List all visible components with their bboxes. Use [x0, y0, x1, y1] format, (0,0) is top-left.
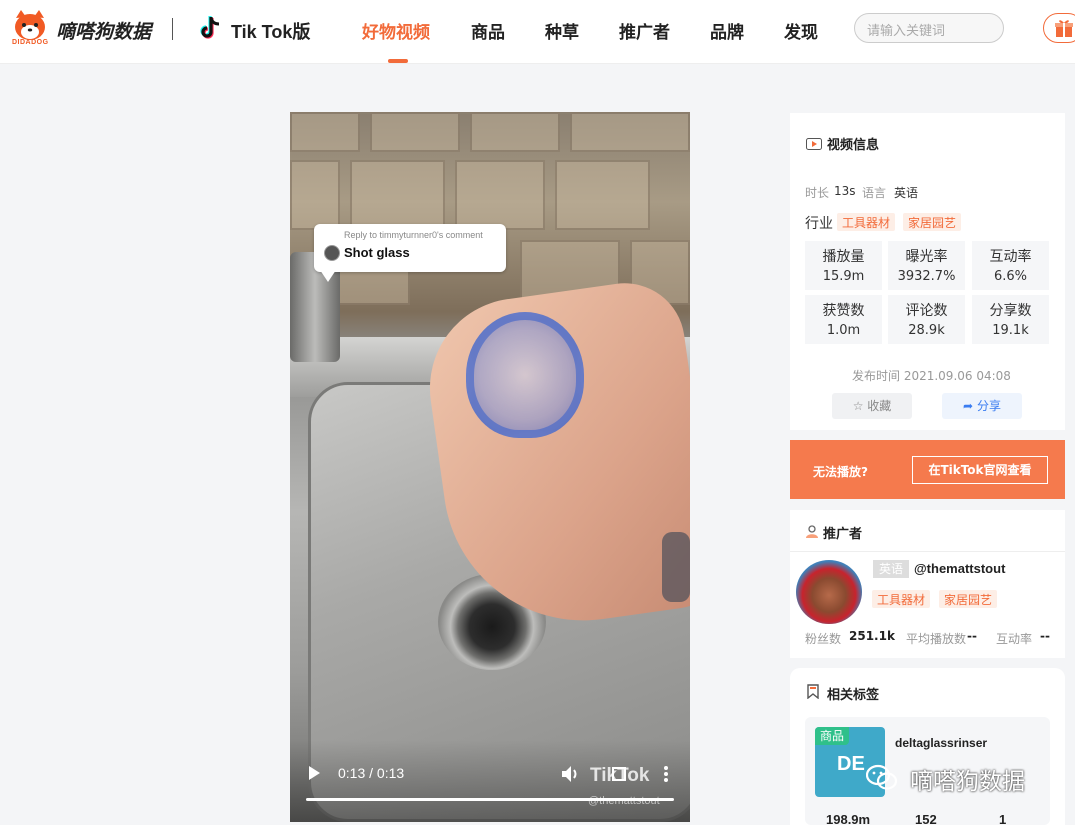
interaction-value: --	[1040, 629, 1050, 643]
view-on-tiktok-button[interactable]: 在TikTok官网查看	[912, 456, 1048, 484]
video-icon	[806, 138, 822, 150]
wechat-icon	[866, 764, 898, 790]
stat-value: 28.9k	[908, 323, 945, 338]
stat-value: 1.0m	[826, 323, 861, 338]
duration-label: 时长	[805, 186, 830, 200]
stat-likes: 获赞数 1.0m	[805, 295, 882, 344]
related-tags-title: 相关标签	[827, 688, 880, 703]
comment-reply-card: Reply to timmyturnner0's comment Shot gl…	[314, 224, 506, 282]
top-header: DIDADOG 嘀嗒狗数据 Tik Tok版 好物视频 商品 种草 推广者 品牌…	[0, 0, 1075, 64]
stat-label: 评论数	[905, 303, 948, 319]
wechat-watermark: 嘀嗒狗数据	[866, 760, 1066, 796]
promoter-handle[interactable]: @themattstout	[914, 561, 1005, 576]
avg-play-value: --	[967, 629, 977, 643]
related-tag-metric: 152	[915, 812, 937, 825]
search-input[interactable]: 请输入关键词	[854, 13, 1004, 43]
nav-item-promoters[interactable]: 推广者	[619, 18, 670, 43]
industry-tag[interactable]: 工具器材	[837, 213, 896, 231]
platform-label[interactable]: Tik Tok版	[231, 18, 310, 44]
share-button[interactable]: ➦ 分享	[942, 393, 1022, 419]
fans-label: 粉丝数	[805, 632, 842, 646]
nav-item-seeding[interactable]: 种草	[545, 18, 579, 43]
commenter-avatar	[324, 245, 340, 261]
video-info-title: 视频信息	[827, 138, 880, 153]
brand-name[interactable]: 嘀嗒狗数据	[56, 17, 151, 44]
avg-play-label: 平均播放数	[906, 632, 967, 646]
play-icon[interactable]	[309, 766, 320, 780]
fans-value: 251.1k	[849, 629, 895, 643]
volume-icon[interactable]	[561, 765, 581, 783]
industry-label: 行业	[805, 216, 833, 232]
favorite-button[interactable]: ☆ 收藏	[832, 393, 912, 419]
stat-label: 分享数	[989, 303, 1032, 319]
stat-label: 曝光率	[905, 249, 948, 265]
gift-icon	[1055, 20, 1073, 37]
fullscreen-icon[interactable]	[612, 767, 626, 781]
star-icon: ☆	[852, 399, 864, 413]
promoter-tag[interactable]: 工具器材	[872, 590, 931, 608]
nav-item-products[interactable]: 商品	[471, 18, 505, 43]
product-badge: 商品	[815, 727, 849, 745]
video-time: 0:13 / 0:13	[338, 765, 405, 781]
gift-button[interactable]	[1043, 13, 1075, 43]
stat-interaction: 互动率 6.6%	[972, 241, 1049, 290]
industry-tag[interactable]: 家居园艺	[903, 213, 962, 231]
share-icon: ➦	[963, 399, 974, 413]
more-options-icon[interactable]	[664, 766, 668, 782]
related-tag-name[interactable]: deltaglassrinser	[895, 736, 987, 750]
language-badge: 英语	[873, 560, 909, 578]
interaction-label: 互动率	[996, 632, 1033, 646]
brand-divider	[172, 18, 173, 40]
stat-label: 互动率	[989, 249, 1032, 265]
stat-value: 6.6%	[993, 269, 1028, 284]
thumbnail-text: DE	[837, 753, 865, 775]
stat-value: 3932.7%	[897, 269, 956, 284]
video-player[interactable]	[290, 112, 690, 822]
nav-item-good-videos[interactable]: 好物视频	[362, 18, 430, 43]
related-tag-metric: 198.9m	[826, 812, 871, 825]
favorite-label: 收藏	[867, 399, 892, 413]
stat-label: 获赞数	[822, 303, 865, 319]
user-icon	[806, 525, 818, 538]
promoter-title: 推广者	[823, 527, 863, 542]
comment-reply-label: Reply to timmyturnner0's comment	[344, 230, 483, 240]
stat-exposure: 曝光率 3932.7%	[888, 241, 965, 290]
promoter-tag[interactable]: 家居园艺	[939, 590, 998, 608]
duration-value: 13s	[834, 184, 856, 198]
video-progress-bar[interactable]	[306, 798, 674, 801]
nav-item-brands[interactable]: 品牌	[710, 18, 744, 43]
stat-plays: 播放量 15.9m	[805, 241, 882, 290]
language-value: 英语	[894, 186, 919, 200]
stat-label: 播放量	[822, 249, 865, 265]
publish-time: 发布时间 2021.09.06 04:08	[852, 369, 1011, 383]
nav-item-discover[interactable]: 发现	[784, 18, 818, 43]
comment-text: Shot glass	[344, 245, 410, 260]
related-tag-metric: 1	[999, 812, 1007, 825]
share-label: 分享	[976, 399, 1001, 413]
nav-active-indicator	[388, 59, 408, 63]
stat-value: 15.9m	[822, 269, 865, 284]
promoter-avatar[interactable]	[796, 560, 862, 624]
logo-subtext: DIDADOG	[12, 39, 49, 46]
cannot-play-text: 无法播放?	[813, 465, 868, 479]
shot-glass	[466, 312, 584, 438]
stat-value: 19.1k	[992, 323, 1029, 338]
stat-comments: 评论数 28.9k	[888, 295, 965, 344]
bookmark-icon	[807, 684, 819, 699]
tiktok-icon	[200, 16, 220, 39]
language-label: 语言	[862, 186, 887, 200]
stat-shares: 分享数 19.1k	[972, 295, 1049, 344]
tiktok-watermark-handle: @themattstout	[588, 795, 660, 807]
wechat-watermark-text: 嘀嗒狗数据	[910, 769, 1025, 795]
